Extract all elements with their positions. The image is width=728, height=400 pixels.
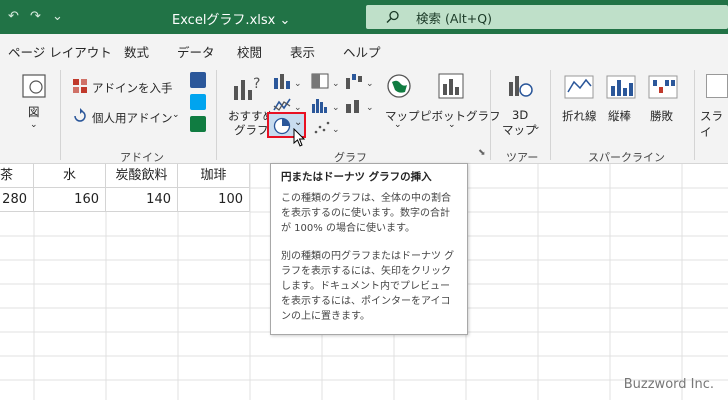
menu-bar: ページ レイアウト 数式 データ 校閲 表示 ヘルプ — [0, 34, 728, 64]
maps-chevron-icon[interactable]: ⌄ — [394, 120, 402, 130]
separator — [60, 70, 61, 160]
menu-review[interactable]: 校閲 — [237, 42, 262, 61]
mouse-cursor-icon — [293, 128, 306, 147]
sparklines-group-label: スパークライン — [588, 151, 665, 164]
illustrations-label[interactable]: 図 — [28, 104, 40, 120]
sparkline-winloss-icon[interactable] — [648, 74, 678, 100]
tooltip-instructions: 別の種類の円グラフまたはドーナツ グラフを表示するには、矢印をクリックします。ド… — [281, 251, 455, 322]
3d-map-label-2[interactable]: マップ — [502, 122, 537, 138]
undo-icon[interactable]: ↶ — [8, 9, 19, 24]
3d-map-label[interactable]: 3D — [512, 108, 528, 122]
menu-formulas[interactable]: 数式 — [124, 42, 149, 61]
bing-maps-icon[interactable] — [190, 94, 206, 110]
sparkline-column-button[interactable]: 縦棒 — [608, 108, 631, 124]
separator — [550, 70, 551, 160]
svg-text:⌄: ⌄ — [366, 79, 374, 89]
recommended-charts-label-2[interactable]: グラフ — [234, 122, 269, 138]
sparkline-winloss-button[interactable]: 勝敗 — [650, 108, 673, 124]
statistic-chart-icon[interactable]: ⌄ — [310, 96, 342, 114]
my-addins-chevron-icon[interactable]: ⌄ — [172, 110, 180, 120]
recommended-charts-icon[interactable]: ? — [232, 72, 262, 102]
illustrations-chevron-icon[interactable]: ⌄ — [30, 120, 38, 130]
sparkline-line-icon[interactable] — [564, 74, 594, 100]
watermark: Buzzword Inc. — [623, 377, 714, 392]
separator — [490, 70, 491, 160]
combo-chart-icon[interactable]: ⌄ — [344, 96, 376, 114]
hierarchy-chart-icon[interactable]: ⌄ — [310, 72, 342, 90]
waterfall-chart-icon[interactable]: ⌄ — [344, 72, 376, 90]
svg-text:⌄: ⌄ — [332, 125, 340, 135]
sparkline-column-icon[interactable] — [606, 74, 636, 100]
separator — [694, 70, 695, 160]
tours-group-label: ツアー — [506, 151, 539, 164]
search-label: 検索 (Alt+Q) — [416, 11, 492, 26]
separator — [216, 70, 217, 160]
menu-page-layout[interactable]: ページ レイアウト — [8, 42, 112, 61]
svg-text:⌄: ⌄ — [294, 79, 302, 89]
search-box[interactable]: 検索 (Alt+Q) — [366, 5, 728, 29]
my-addins-icon — [74, 108, 86, 122]
redo-icon[interactable]: ↷ — [30, 9, 41, 24]
ribbon: 図 ⌄ アドインを入手 個人用アドイン ⌄ アドイン ? おすすめ グラフ ⌄ … — [0, 64, 728, 164]
my-addins-button[interactable]: 個人用アドイン — [92, 110, 173, 126]
pie-chart-tooltip: 円またはドーナツ グラフの挿入 この種類のグラフは、全体の中の割合を表示するのに… — [270, 163, 468, 335]
svg-text:⌄: ⌄ — [332, 103, 340, 113]
3d-map-chevron-icon[interactable]: ⌄ — [533, 122, 541, 132]
quick-access-customize-icon[interactable]: ⌄ — [52, 9, 63, 24]
store-icon — [73, 79, 87, 93]
people-graph-icon[interactable] — [190, 116, 206, 132]
svg-text:⌄: ⌄ — [332, 79, 340, 89]
menu-help[interactable]: ヘルプ — [343, 42, 381, 61]
charts-dialog-launcher-icon[interactable]: ⬊ — [478, 148, 486, 158]
tooltip-description: この種類のグラフは、全体の中の割合を表示するのに使います。数字の合計が 100%… — [281, 193, 451, 234]
slicer-button[interactable]: スライ — [700, 108, 728, 140]
pie-chart-icon — [273, 117, 291, 135]
pivot-chart-icon[interactable] — [436, 72, 466, 100]
menu-view[interactable]: 表示 — [290, 42, 315, 61]
pivot-chart-label[interactable]: ピボットグラフ — [420, 108, 501, 124]
window-title[interactable]: Excelグラフ.xlsx ⌄ — [172, 9, 290, 28]
tooltip-title: 円またはドーナツ グラフの挿入 — [281, 171, 432, 183]
svg-text:?: ? — [253, 76, 260, 92]
pie-chart-dropdown-icon[interactable]: ⌄ — [294, 117, 302, 128]
slicer-icon[interactable] — [706, 74, 728, 98]
map-chart-icon[interactable] — [385, 72, 413, 100]
get-addins-button[interactable]: アドインを入手 — [92, 80, 173, 96]
column-chart-icon[interactable]: ⌄ — [272, 72, 304, 90]
svg-text:⌄: ⌄ — [366, 103, 374, 113]
search-icon — [386, 10, 399, 23]
addins-group-label: アドイン — [120, 151, 164, 164]
3d-map-icon[interactable] — [506, 72, 534, 100]
scatter-chart-icon[interactable]: ⌄ — [312, 118, 342, 136]
pivot-chart-chevron-icon[interactable]: ⌄ — [448, 120, 456, 130]
menu-data[interactable]: データ — [177, 42, 215, 61]
sparkline-line-button[interactable]: 折れ線 — [562, 108, 597, 124]
maps-label[interactable]: マップ — [385, 108, 420, 124]
title-bar: ↶ ↷ ⌄ Excelグラフ.xlsx ⌄ 検索 (Alt+Q) — [0, 0, 728, 34]
shapes-icon[interactable] — [20, 72, 48, 100]
visio-icon[interactable] — [190, 72, 206, 88]
